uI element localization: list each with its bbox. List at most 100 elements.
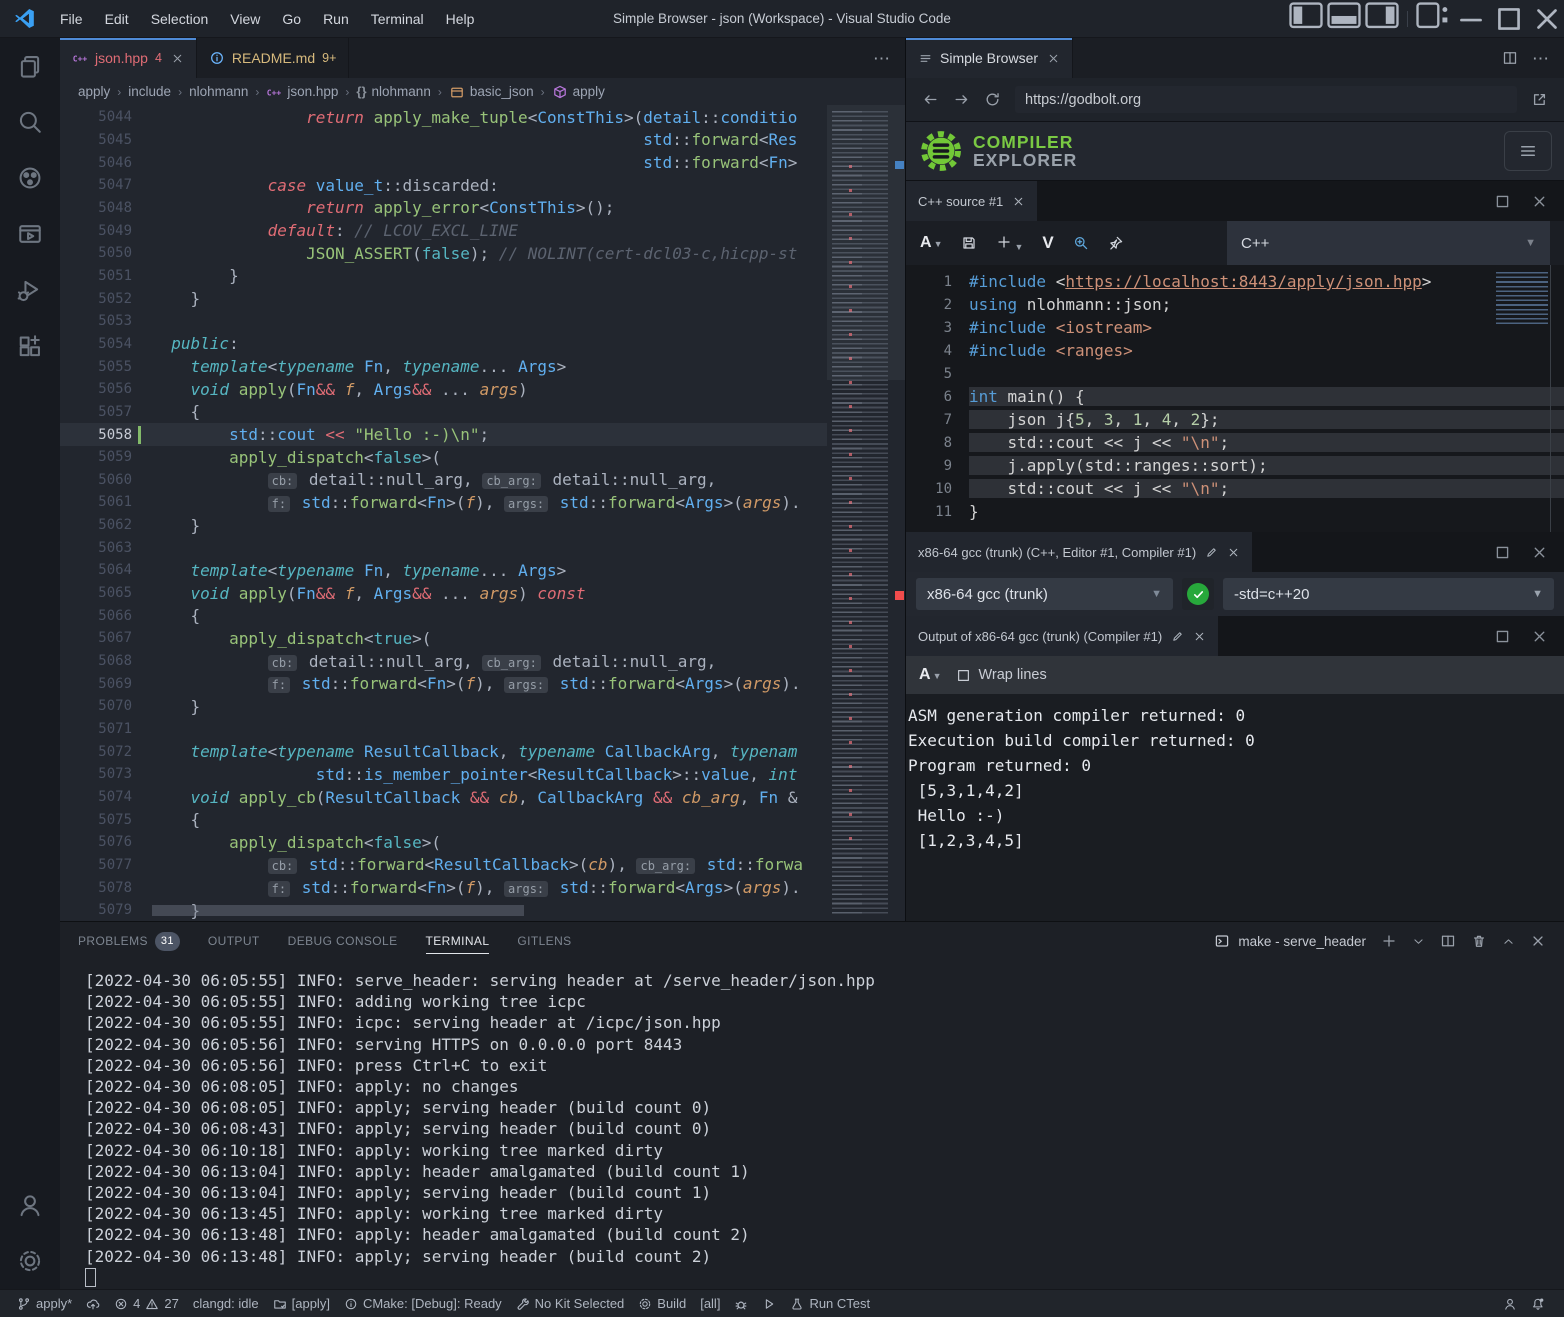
add-pane-button[interactable]: ▼ [996, 234, 1023, 253]
menu-go[interactable]: Go [271, 6, 312, 32]
ce-source-editor[interactable]: 1#include <https://localhost:8443/apply/… [906, 265, 1564, 532]
activitybar-files[interactable] [0, 38, 60, 94]
ce-program-output[interactable]: ASM generation compiler returned: 0Execu… [906, 694, 1564, 921]
split-editor-button[interactable] [1502, 50, 1518, 66]
ce-compiler-tab[interactable]: x86-64 gcc (trunk) (C++, Editor #1, Comp… [906, 532, 1252, 572]
git-branch-status[interactable]: apply* [10, 1290, 79, 1317]
close-icon[interactable] [1227, 546, 1240, 559]
cmake-folder-status[interactable]: [apply] [266, 1290, 337, 1317]
minimize-button[interactable] [1454, 4, 1488, 34]
maximize-button[interactable] [1492, 4, 1526, 34]
compiler-options-input[interactable]: -std=c++20 ▼ [1223, 578, 1554, 610]
breadcrumb-item-apply[interactable]: apply [78, 84, 110, 99]
activitybar-run-window[interactable] [0, 206, 60, 262]
edit-pencil-icon[interactable] [1171, 630, 1184, 643]
tab-simple-browser[interactable]: Simple Browser [906, 38, 1073, 78]
ce-menu-button[interactable] [1504, 131, 1552, 171]
save-icon[interactable] [961, 235, 977, 251]
close-window-button[interactable] [1530, 4, 1564, 34]
toggle-panel-button[interactable] [1327, 4, 1361, 34]
menu-selection[interactable]: Selection [140, 6, 220, 32]
menu-terminal[interactable]: Terminal [360, 6, 435, 32]
activitybar-source-control[interactable] [0, 150, 60, 206]
problems-status[interactable]: 427 [107, 1290, 186, 1317]
activitybar-search[interactable] [0, 94, 60, 150]
code-editor[interactable]: 5044 return apply_make_tuple<ConstThis>(… [60, 105, 905, 921]
maximize-panel-button[interactable] [1502, 935, 1515, 948]
terminal-dropdown-button[interactable] [1412, 935, 1425, 948]
panel-tab-problems[interactable]: PROBLEMS31 [78, 922, 180, 960]
maximize-pane-button[interactable] [1494, 193, 1511, 210]
edit-pencil-icon[interactable] [1205, 546, 1218, 559]
tab-readme-md[interactable]: README.md9+ [197, 38, 350, 78]
ce-output-tab[interactable]: Output of x86-64 gcc (trunk) (Compiler #… [906, 616, 1218, 656]
compiler-select[interactable]: x86-64 gcc (trunk) ▼ [916, 578, 1173, 610]
terminal-session[interactable]: make - serve_header [1214, 933, 1366, 949]
menu-view[interactable]: View [219, 6, 271, 32]
activitybar-debug[interactable] [0, 262, 60, 318]
close-pane-button[interactable] [1531, 193, 1548, 210]
breadcrumb-item-basic-json[interactable]: basic_json [449, 84, 534, 100]
ctest-button[interactable]: Run CTest [783, 1290, 877, 1317]
open-external-button[interactable] [1531, 91, 1548, 108]
close-panel-button[interactable] [1530, 933, 1546, 949]
minimap[interactable] [827, 105, 905, 921]
panel-tab-debug-console[interactable]: DEBUG CONSOLE [288, 922, 398, 960]
zoom-icon[interactable] [1073, 235, 1089, 251]
panel-tab-gitlens[interactable]: GITLENS [517, 922, 571, 960]
customize-layout-button[interactable] [1416, 4, 1450, 34]
close-icon[interactable] [1193, 630, 1206, 643]
kill-terminal-button[interactable] [1471, 933, 1487, 949]
ce-logo[interactable]: COMPILER EXPLORER [918, 128, 1077, 174]
activitybar-account[interactable] [0, 1177, 60, 1233]
url-input[interactable]: https://godbolt.org [1015, 86, 1517, 113]
horizontal-scrollbar[interactable] [152, 905, 524, 916]
maximize-pane-button[interactable] [1494, 544, 1511, 561]
font-size-button[interactable]: A▼ [919, 666, 941, 684]
close-pane-button[interactable] [1531, 628, 1548, 645]
debug-target-button[interactable] [727, 1290, 755, 1317]
launch-target-button[interactable] [755, 1290, 783, 1317]
tab-json-hpp[interactable]: C++json.hpp4 [60, 38, 197, 78]
more-actions-button[interactable]: ⋯ [1532, 50, 1550, 67]
back-button[interactable] [922, 91, 939, 108]
close-tab-icon[interactable] [1047, 52, 1060, 65]
vim-toggle-button[interactable]: V [1042, 233, 1053, 253]
pin-icon[interactable] [1108, 235, 1124, 251]
forward-button[interactable] [953, 91, 970, 108]
panel-tab-output[interactable]: OUTPUT [208, 922, 260, 960]
toggle-sidebar-button[interactable] [1289, 4, 1323, 34]
reload-button[interactable] [984, 91, 1001, 108]
close-pane-button[interactable] [1531, 544, 1548, 561]
split-terminal-button[interactable] [1440, 933, 1456, 949]
toggle-secondary-sidebar-button[interactable] [1365, 4, 1399, 34]
clangd-status[interactable]: clangd: idle [186, 1290, 266, 1317]
activitybar-extensions[interactable] [0, 318, 60, 374]
minimap-slider[interactable] [827, 105, 905, 380]
breadcrumb-item-json-hpp[interactable]: C++json.hpp [266, 84, 338, 100]
breadcrumb-item-apply[interactable]: apply [552, 84, 605, 100]
feedback-status[interactable] [1496, 1290, 1524, 1317]
font-size-button[interactable]: A▼ [920, 234, 942, 252]
notifications-bell[interactable] [1524, 1290, 1552, 1317]
more-icon[interactable]: ⋯ [873, 50, 891, 67]
build-target-status[interactable]: [all] [693, 1290, 727, 1317]
panel-tab-terminal[interactable]: TERMINAL [426, 922, 490, 960]
language-select[interactable]: C++ ▼ [1227, 221, 1550, 265]
build-button[interactable]: Build [631, 1290, 693, 1317]
maximize-pane-button[interactable] [1494, 628, 1511, 645]
menu-help[interactable]: Help [435, 6, 486, 32]
menu-run[interactable]: Run [312, 6, 360, 32]
cmake-variant-status[interactable]: CMake: [Debug]: Ready [337, 1290, 509, 1317]
ce-source-tab[interactable]: C++ source #1 [906, 181, 1037, 221]
breadcrumb-item-nlohmann[interactable]: nlohmann [189, 84, 248, 99]
kit-status[interactable]: No Kit Selected [509, 1290, 632, 1317]
close-icon[interactable] [1012, 195, 1025, 208]
activitybar-settings-gear[interactable] [0, 1233, 60, 1289]
publish-status[interactable] [79, 1290, 107, 1317]
terminal-content[interactable]: [2022-04-30 06:05:55] INFO: serve_header… [60, 960, 1564, 1292]
new-terminal-button[interactable] [1381, 933, 1397, 949]
breadcrumb-item-include[interactable]: include [128, 84, 171, 99]
menu-file[interactable]: File [49, 6, 94, 32]
menu-edit[interactable]: Edit [94, 6, 140, 32]
